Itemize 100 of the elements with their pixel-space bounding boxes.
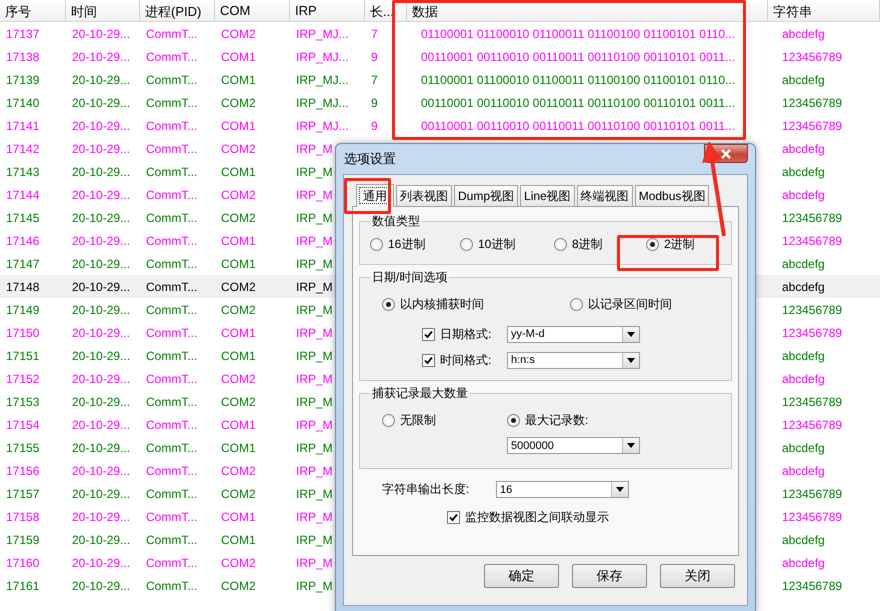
- table-cell: CommT...: [146, 234, 198, 248]
- table-cell: 20-10-29...: [72, 464, 130, 478]
- table-cell: 20-10-29...: [72, 348, 130, 362]
- table-cell: CommT...: [146, 302, 198, 316]
- table-cell: CommT...: [146, 486, 198, 500]
- table-cell: 9: [371, 118, 378, 132]
- table-cell: 20-10-29...: [72, 210, 130, 224]
- table-cell: IRP_M: [296, 372, 333, 386]
- table-cell: 20-10-29...: [72, 26, 130, 40]
- table-cell: 7: [371, 72, 378, 86]
- table-cell: 17140: [6, 96, 40, 110]
- table-cell: IRP_M: [296, 418, 333, 432]
- table-cell: 17154: [6, 418, 40, 432]
- table-cell: COM2: [221, 556, 256, 570]
- table-cell: CommT...: [146, 26, 198, 40]
- table-cell: 17156: [6, 464, 40, 478]
- table-cell: CommT...: [146, 510, 198, 524]
- table-cell: 20-10-29...: [72, 326, 130, 340]
- table-cell: 17149: [6, 302, 40, 316]
- radio-label: 最大记录数:: [525, 412, 588, 429]
- table-cell: 20-10-29...: [72, 72, 130, 86]
- table-cell: CommT...: [146, 50, 198, 64]
- table-cell: 01100001 01100010 01100011 01100100 01100101 0110...: [421, 26, 736, 40]
- table-cell: COM2: [221, 464, 256, 478]
- table-cell: 17152: [6, 372, 40, 386]
- table-cell: 20-10-29...: [72, 164, 130, 178]
- table-cell: abcdefg: [782, 142, 825, 156]
- table-cell: COM2: [221, 280, 256, 294]
- table-cell: 17155: [6, 440, 40, 454]
- table-cell: CommT...: [146, 72, 198, 86]
- table-cell: abcdefg: [782, 256, 825, 270]
- table-cell: IRP_M: [296, 532, 333, 546]
- table-cell: CommT...: [146, 348, 198, 362]
- table-cell: CommT...: [146, 532, 198, 546]
- table-cell: 20-10-29...: [72, 50, 130, 64]
- table-cell: 20-10-29...: [72, 372, 130, 386]
- table-cell: CommT...: [146, 280, 198, 294]
- table-cell: 20-10-29...: [72, 486, 130, 500]
- table-cell: 00110001 00110010 00110011 00110100 00110101 0011...: [421, 50, 736, 64]
- table-cell: abcdefg: [782, 556, 825, 570]
- radio-label: 无限制: [400, 412, 436, 429]
- table-cell: 20-10-29...: [72, 418, 130, 432]
- table-cell: IRP_MJ...: [296, 50, 349, 64]
- table-cell: CommT...: [146, 578, 198, 592]
- table-cell: IRP_M: [296, 280, 333, 294]
- radio-label: 以内核捕获时间: [400, 296, 484, 313]
- table-cell: 20-10-29...: [72, 234, 130, 248]
- table-cell: IRP_MJ...: [296, 26, 349, 40]
- table-cell: 17148: [6, 280, 40, 294]
- table-cell: COM1: [221, 440, 256, 454]
- table-cell: CommT...: [146, 394, 198, 408]
- table-cell: 17144: [6, 188, 40, 202]
- table-cell: COM1: [221, 256, 256, 270]
- table-cell: 20-10-29...: [72, 510, 130, 524]
- table-cell: 7: [371, 26, 378, 40]
- table-cell: CommT...: [146, 164, 198, 178]
- table-cell: 123456789: [782, 394, 842, 408]
- table-cell: IRP_M: [296, 188, 333, 202]
- table-cell: 20-10-29...: [72, 142, 130, 156]
- table-cell: 17150: [6, 326, 40, 340]
- radio-label: 8进制: [572, 236, 603, 253]
- radio-label: 10进制: [478, 236, 516, 253]
- table-cell: 20-10-29...: [72, 440, 130, 454]
- table-cell: 123456789: [782, 50, 842, 64]
- table-cell: CommT...: [146, 96, 198, 110]
- table-cell: IRP_MJ...: [296, 118, 349, 132]
- table-cell: IRP_MJ...: [296, 72, 349, 86]
- table-cell: IRP_M: [296, 142, 333, 156]
- table-cell: IRP_M: [296, 256, 333, 270]
- table-cell: abcdefg: [782, 72, 825, 86]
- table-cell: 17139: [6, 72, 40, 86]
- checkbox-label: 日期格式:: [440, 326, 492, 342]
- table-cell: CommT...: [146, 210, 198, 224]
- table-cell: 17160: [6, 556, 40, 570]
- table-cell: COM2: [221, 26, 256, 40]
- window-title: 选项设置: [344, 150, 396, 168]
- table-cell: 20-10-29...: [72, 532, 130, 546]
- table-cell: 123456789: [782, 578, 842, 592]
- table-cell: COM1: [221, 418, 256, 432]
- table-cell: 17158: [6, 510, 40, 524]
- table-cell: IRP_M: [296, 464, 333, 478]
- table-cell: IRP_M: [296, 556, 333, 570]
- table-cell: 17145: [6, 210, 40, 224]
- table-cell: CommT...: [146, 464, 198, 478]
- table-cell: 20-10-29...: [72, 302, 130, 316]
- table-cell: COM2: [221, 96, 256, 110]
- table-cell: IRP_M: [296, 348, 333, 362]
- table-cell: COM1: [221, 510, 256, 524]
- checkbox-label: 时间格式:: [440, 352, 492, 368]
- table-cell: COM1: [221, 164, 256, 178]
- table-cell: 00110001 00110010 00110011 00110100 00110101 0011...: [421, 96, 736, 110]
- table-cell: COM1: [221, 532, 256, 546]
- table-cell: CommT...: [146, 418, 198, 432]
- table-cell: 20-10-29...: [72, 96, 130, 110]
- table-cell: 17151: [6, 348, 40, 362]
- table-cell: COM2: [221, 210, 256, 224]
- table-cell: 17141: [6, 118, 40, 132]
- table-cell: 20-10-29...: [72, 188, 130, 202]
- table-cell: IRP_M: [296, 440, 333, 454]
- table-cell: IRP_MJ...: [296, 96, 349, 110]
